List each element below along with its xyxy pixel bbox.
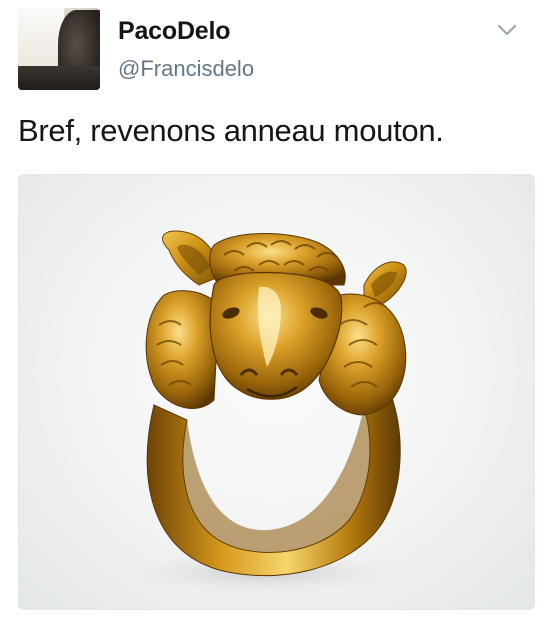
tweet-media-image[interactable] [18, 174, 535, 610]
ram-ring-illustration [114, 230, 414, 595]
tweet-text: Bref, revenons anneau mouton. [18, 113, 444, 148]
avatar[interactable] [18, 8, 100, 90]
chevron-down-icon[interactable] [496, 22, 518, 38]
author-name[interactable]: PacoDelo [118, 17, 231, 46]
tweet-card: PacoDelo @Francisdelo Bref, revenons ann… [0, 0, 552, 628]
avatar-shirt [18, 66, 100, 90]
author-handle[interactable]: @Francisdelo [118, 56, 254, 82]
